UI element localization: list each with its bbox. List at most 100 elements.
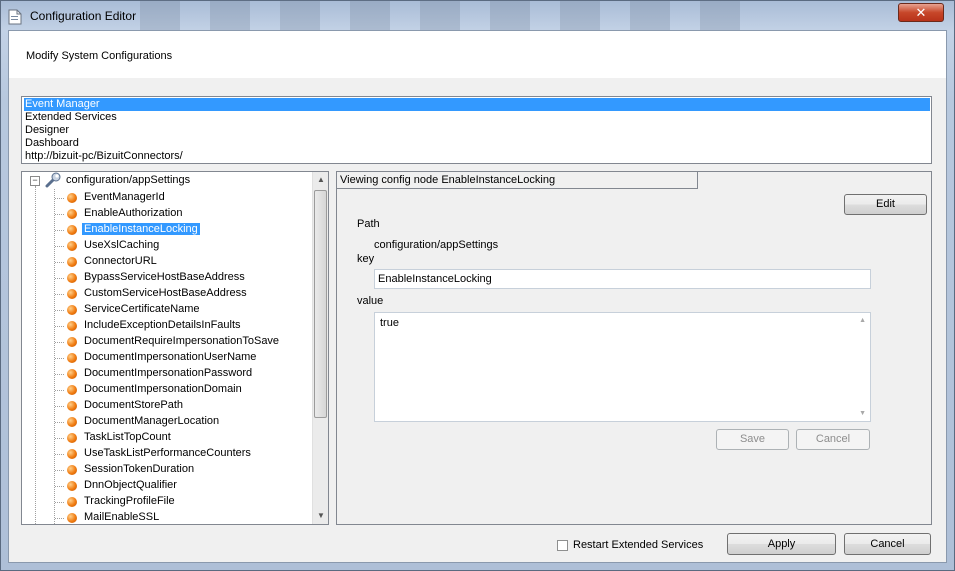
tree-item[interactable]: ConnectorURL: [67, 254, 159, 269]
scroll-down-icon[interactable]: ▼: [859, 410, 866, 417]
tree-item-label: DocumentImpersonationDomain: [84, 383, 242, 395]
window-title: Configuration Editor: [30, 9, 137, 23]
tree-guide-line: [55, 294, 64, 295]
wrench-icon: [45, 172, 61, 188]
tree-item[interactable]: TaskListTopCount: [67, 430, 173, 445]
details-cancel-button[interactable]: Cancel: [796, 429, 870, 450]
scroll-up-icon[interactable]: ▲: [313, 172, 328, 188]
tree-guide-line: [55, 454, 64, 455]
restart-checkbox[interactable]: [557, 540, 568, 551]
cancel-button[interactable]: Cancel: [844, 533, 931, 555]
tree-guide-line: [55, 214, 64, 215]
orange-bullet-icon: [67, 481, 77, 491]
tree-item-label: IncludeExceptionDetailsInFaults: [84, 319, 241, 331]
tree-item[interactable]: DocumentImpersonationDomain: [67, 382, 244, 397]
tree-item[interactable]: DnnObjectQualifier: [67, 478, 179, 493]
tree-item[interactable]: IncludeExceptionDetailsInFaults: [67, 318, 243, 333]
orange-bullet-icon: [67, 433, 77, 443]
tree-item[interactable]: EnableAuthorization: [67, 206, 184, 221]
key-field[interactable]: EnableInstanceLocking: [374, 269, 871, 289]
tree-item[interactable]: BypassServiceHostBaseAddress: [67, 270, 247, 285]
tree-item-label: DocumentImpersonationPassword: [84, 367, 253, 379]
orange-bullet-icon: [67, 449, 77, 459]
tree-item-label: DnnObjectQualifier: [84, 479, 177, 491]
orange-bullet-icon: [67, 417, 77, 427]
tree-item-label: UseXslCaching: [84, 239, 160, 251]
orange-bullet-icon: [67, 465, 77, 475]
tree-guide-line: [55, 502, 64, 503]
restart-label: Restart Extended Services: [573, 539, 704, 551]
tree-item[interactable]: UseXslCaching: [67, 238, 161, 253]
apply-button[interactable]: Apply: [727, 533, 836, 555]
tree-item[interactable]: SessionTokenDuration: [67, 462, 196, 477]
tree-item[interactable]: DocumentImpersonationUserName: [67, 350, 258, 365]
tree-guide-line: [55, 262, 64, 263]
tree-guide-line: [55, 406, 64, 407]
tree-item-label: BypassServiceHostBaseAddress: [84, 271, 245, 283]
collapse-icon[interactable]: −: [30, 176, 40, 186]
tree-scrollbar[interactable]: ▲ ▼: [312, 172, 328, 524]
orange-bullet-icon: [67, 193, 77, 203]
orange-bullet-icon: [67, 401, 77, 411]
tree-item-label: EnableInstanceLocking: [82, 223, 200, 235]
tree-item-label: EnableAuthorization: [84, 207, 183, 219]
orange-bullet-icon: [67, 241, 77, 251]
tree-item[interactable]: DocumentManagerLocation: [67, 414, 221, 429]
tree-root-label: configuration/appSettings: [66, 174, 191, 186]
tree-item-label: SessionTokenDuration: [84, 463, 195, 475]
tree-item-label: EventManagerId: [84, 191, 165, 203]
scroll-up-icon[interactable]: ▲: [859, 317, 866, 324]
orange-bullet-icon: [67, 513, 77, 523]
tree-item[interactable]: EnableInstanceLocking: [67, 222, 200, 237]
instance-item[interactable]: Designer: [24, 124, 930, 137]
tree-item[interactable]: MailEnableSSL: [67, 510, 161, 524]
tree-guide-line: [55, 342, 64, 343]
instance-item[interactable]: Event Manager: [24, 98, 930, 111]
tree-item-label: DocumentRequireImpersonationToSave: [84, 335, 280, 347]
tree-item-label: ConnectorURL: [84, 255, 157, 267]
tree-item[interactable]: ServiceCertificateName: [67, 302, 202, 317]
instance-item[interactable]: Extended Services: [24, 111, 930, 124]
close-button[interactable]: ✕: [898, 3, 944, 22]
tree-item-label: DocumentManagerLocation: [84, 415, 220, 427]
tree-guide-line: [55, 374, 64, 375]
tree-guide-line: [35, 186, 36, 524]
instance-item[interactable]: Dashboard: [24, 137, 930, 150]
config-tree[interactable]: − configuration/appSettings EventManager…: [21, 171, 329, 525]
edit-button[interactable]: Edit: [844, 194, 927, 215]
path-label: Path: [357, 218, 380, 230]
tree-item-label: TaskListTopCount: [84, 431, 171, 443]
instance-list[interactable]: Event Manager Extended Services Designer…: [21, 96, 932, 164]
orange-bullet-icon: [67, 289, 77, 299]
tree-item[interactable]: DocumentStorePath: [67, 398, 185, 413]
tree-item[interactable]: EventManagerId: [67, 190, 167, 205]
tree-guide-line: [55, 390, 64, 391]
tree-guide-line: [54, 189, 55, 524]
tree-guide-line: [55, 470, 64, 471]
orange-bullet-icon: [67, 273, 77, 283]
document-icon: [8, 9, 22, 25]
tree-item[interactable]: UseTaskListPerformanceCounters: [67, 446, 253, 461]
instance-item[interactable]: http://bizuit-pc/BizuitConnectors/: [24, 150, 930, 163]
value-field[interactable]: true ▲ ▼: [374, 312, 871, 422]
orange-bullet-icon: [67, 497, 77, 507]
scroll-thumb[interactable]: [314, 190, 327, 418]
tree-root[interactable]: configuration/appSettings: [64, 173, 192, 188]
tree-guide-line: [55, 486, 64, 487]
orange-bullet-icon: [67, 257, 77, 267]
tree-guide-line: [55, 422, 64, 423]
save-button[interactable]: Save: [716, 429, 789, 450]
tree-guide-line: [55, 518, 64, 519]
tree-item-label: MailEnableSSL: [84, 511, 160, 523]
header-text: Modify System Configurations: [26, 50, 173, 62]
tree-item[interactable]: TrackingProfileFile: [67, 494, 177, 509]
tree-guide-line: [55, 438, 64, 439]
tree-item-label: ServiceCertificateName: [84, 303, 200, 315]
tree-item[interactable]: DocumentImpersonationPassword: [67, 366, 254, 381]
path-value: configuration/appSettings: [374, 239, 499, 251]
scroll-down-icon[interactable]: ▼: [313, 508, 328, 524]
tree-item[interactable]: DocumentRequireImpersonationToSave: [67, 334, 281, 349]
tree-guide-line: [55, 326, 64, 327]
tree-item[interactable]: CustomServiceHostBaseAddress: [67, 286, 249, 301]
tree-guide-line: [55, 358, 64, 359]
